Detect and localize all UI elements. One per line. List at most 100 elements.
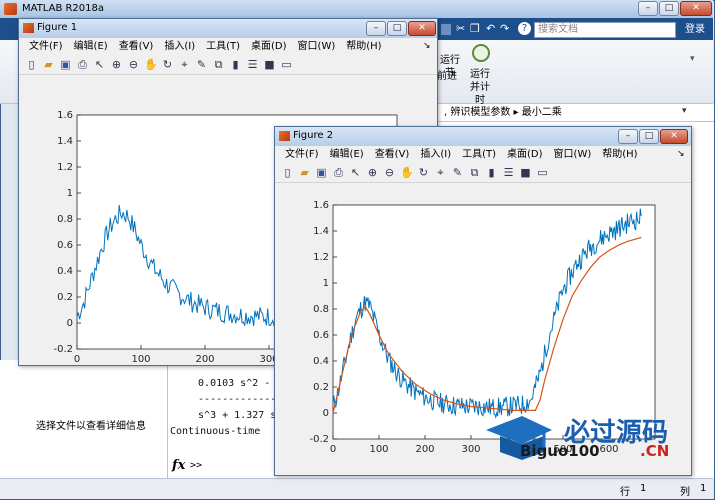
function-browser-icon[interactable]: fx (172, 458, 185, 473)
menu-window[interactable]: 窗口(W) (298, 41, 336, 52)
edit-plot-icon[interactable]: ↖ (93, 58, 106, 71)
y-tick-label: 1.6 (57, 110, 73, 121)
run-and-time-button[interactable]: 运行并计时 (466, 68, 494, 107)
legend-icon[interactable]: ☰ (246, 58, 259, 71)
zoom-out-icon[interactable]: ⊖ (383, 166, 396, 179)
legend-icon[interactable]: ☰ (502, 166, 515, 179)
menu-tools[interactable]: 工具(T) (206, 41, 240, 52)
details-panel: 选择文件以查看详细信息 (0, 360, 168, 478)
main-title: MATLAB R2018a (22, 3, 105, 14)
main-title-bar: MATLAB R2018a – □ ✕ (0, 0, 713, 18)
menu-view[interactable]: 查看(V) (119, 41, 154, 52)
hide-tools-icon[interactable]: ■ (263, 58, 276, 71)
menu-tools[interactable]: 工具(T) (462, 149, 496, 160)
figure1-title-bar[interactable]: Figure 1 – □ ✕ (19, 19, 437, 38)
new-figure-icon[interactable]: ▯ (25, 58, 38, 71)
y-tick-label: 1.4 (313, 226, 329, 237)
open-file-icon[interactable]: ▰ (298, 166, 311, 179)
figure1-close-button[interactable]: ✕ (408, 21, 436, 36)
show-tools-icon[interactable]: ▭ (280, 58, 293, 71)
colorbar-icon[interactable]: ▮ (229, 58, 242, 71)
brush-icon[interactable]: ✎ (195, 58, 208, 71)
figure1-title: Figure 1 (37, 22, 78, 33)
menu-edit[interactable]: 编辑(E) (74, 41, 108, 52)
pan-icon[interactable]: ✋ (144, 58, 158, 71)
help-icon[interactable]: ? (518, 22, 531, 35)
figure2-minimize-button[interactable]: – (618, 129, 638, 144)
print-icon[interactable]: ⎙ (332, 166, 345, 179)
figure-icon (23, 23, 34, 33)
data-cursor-icon[interactable]: ⌖ (434, 166, 447, 179)
login-button[interactable]: 登录 (680, 21, 710, 39)
link-plot-icon[interactable]: ⧉ (468, 166, 481, 179)
menu-file[interactable]: 文件(F) (285, 149, 319, 160)
x-tick-label: 200 (195, 354, 214, 365)
print-icon[interactable]: ⎙ (76, 58, 89, 71)
y-tick-label: -0.2 (53, 344, 73, 355)
x-tick-label: 100 (369, 444, 388, 455)
rotate-3d-icon[interactable]: ↻ (161, 58, 174, 71)
x-tick-label: 0 (330, 444, 336, 455)
brush-icon[interactable]: ✎ (451, 166, 464, 179)
menu-insert[interactable]: 插入(I) (164, 41, 195, 52)
save-icon[interactable] (440, 23, 452, 36)
edit-plot-icon[interactable]: ↖ (349, 166, 362, 179)
menu-help[interactable]: 帮助(H) (602, 149, 637, 160)
figure1-maximize-button[interactable]: □ (387, 21, 407, 36)
menu-insert[interactable]: 插入(I) (420, 149, 451, 160)
zoom-in-icon[interactable]: ⊕ (110, 58, 123, 71)
undo-icon[interactable]: ↶ (486, 22, 495, 35)
menu-edit[interactable]: 编辑(E) (330, 149, 364, 160)
copy-icon[interactable]: ❐ (470, 22, 480, 35)
y-tick-label: 1 (67, 188, 73, 199)
menu-view[interactable]: 查看(V) (375, 149, 410, 160)
y-tick-label: 1.2 (313, 252, 329, 263)
y-tick-label: 0.4 (313, 356, 329, 367)
col-label: 列 (680, 487, 690, 498)
advance-button[interactable]: 前进 (436, 70, 458, 83)
open-file-icon[interactable]: ▰ (42, 58, 55, 71)
maximize-button[interactable]: □ (659, 1, 679, 16)
redo-icon[interactable]: ↷ (500, 22, 509, 35)
menu-help[interactable]: 帮助(H) (346, 41, 381, 52)
status-bar: 行 1 列 1 (0, 478, 713, 499)
menu-more-icon[interactable]: ↘ (423, 41, 431, 51)
zoom-out-icon[interactable]: ⊖ (127, 58, 140, 71)
pan-icon[interactable]: ✋ (400, 166, 414, 179)
y-tick-label: 0.4 (57, 266, 73, 277)
menu-file[interactable]: 文件(F) (29, 41, 63, 52)
path-dropdown-icon[interactable]: ▾ (682, 106, 687, 116)
data-cursor-icon[interactable]: ⌖ (178, 58, 191, 71)
figure2-title-bar[interactable]: Figure 2 – □ ✕ (275, 127, 691, 146)
search-docs-input[interactable]: 搜索文档 (534, 22, 676, 38)
menu-more-icon[interactable]: ↘ (677, 149, 685, 159)
zoom-in-icon[interactable]: ⊕ (366, 166, 379, 179)
y-tick-label: 0.2 (313, 382, 329, 393)
menu-window[interactable]: 窗口(W) (554, 149, 592, 160)
menu-desktop[interactable]: 桌面(D) (507, 149, 543, 160)
quick-access-toolbar: ✂ ❐ ↶ ↷ ? (440, 22, 532, 38)
link-plot-icon[interactable]: ⧉ (212, 58, 225, 71)
rotate-3d-icon[interactable]: ↻ (417, 166, 430, 179)
y-tick-label: 0 (323, 408, 329, 419)
minimize-button[interactable]: – (638, 1, 658, 16)
figure2-maximize-button[interactable]: □ (639, 129, 659, 144)
colorbar-icon[interactable]: ▮ (485, 166, 498, 179)
y-tick-label: 1 (323, 278, 329, 289)
show-tools-icon[interactable]: ▭ (536, 166, 549, 179)
y-tick-label: 0.2 (57, 292, 73, 303)
figure2-close-button[interactable]: ✕ (660, 129, 688, 144)
y-tick-label: 0 (67, 318, 73, 329)
close-button[interactable]: ✕ (680, 1, 712, 16)
save-figure-icon[interactable]: ▣ (315, 166, 328, 179)
plot-area (332, 204, 656, 440)
figure1-minimize-button[interactable]: – (366, 21, 386, 36)
save-figure-icon[interactable]: ▣ (59, 58, 72, 71)
current-folder-path[interactable]: , 辨识模型参数 ▸ 最小二乘 (430, 104, 714, 122)
new-figure-icon[interactable]: ▯ (281, 166, 294, 179)
hide-tools-icon[interactable]: ■ (519, 166, 532, 179)
cut-icon[interactable]: ✂ (456, 22, 465, 35)
y-tick-label: 1.2 (57, 162, 73, 173)
menu-desktop[interactable]: 桌面(D) (251, 41, 287, 52)
ribbon-collapse-icon[interactable]: ▾ (690, 54, 695, 64)
